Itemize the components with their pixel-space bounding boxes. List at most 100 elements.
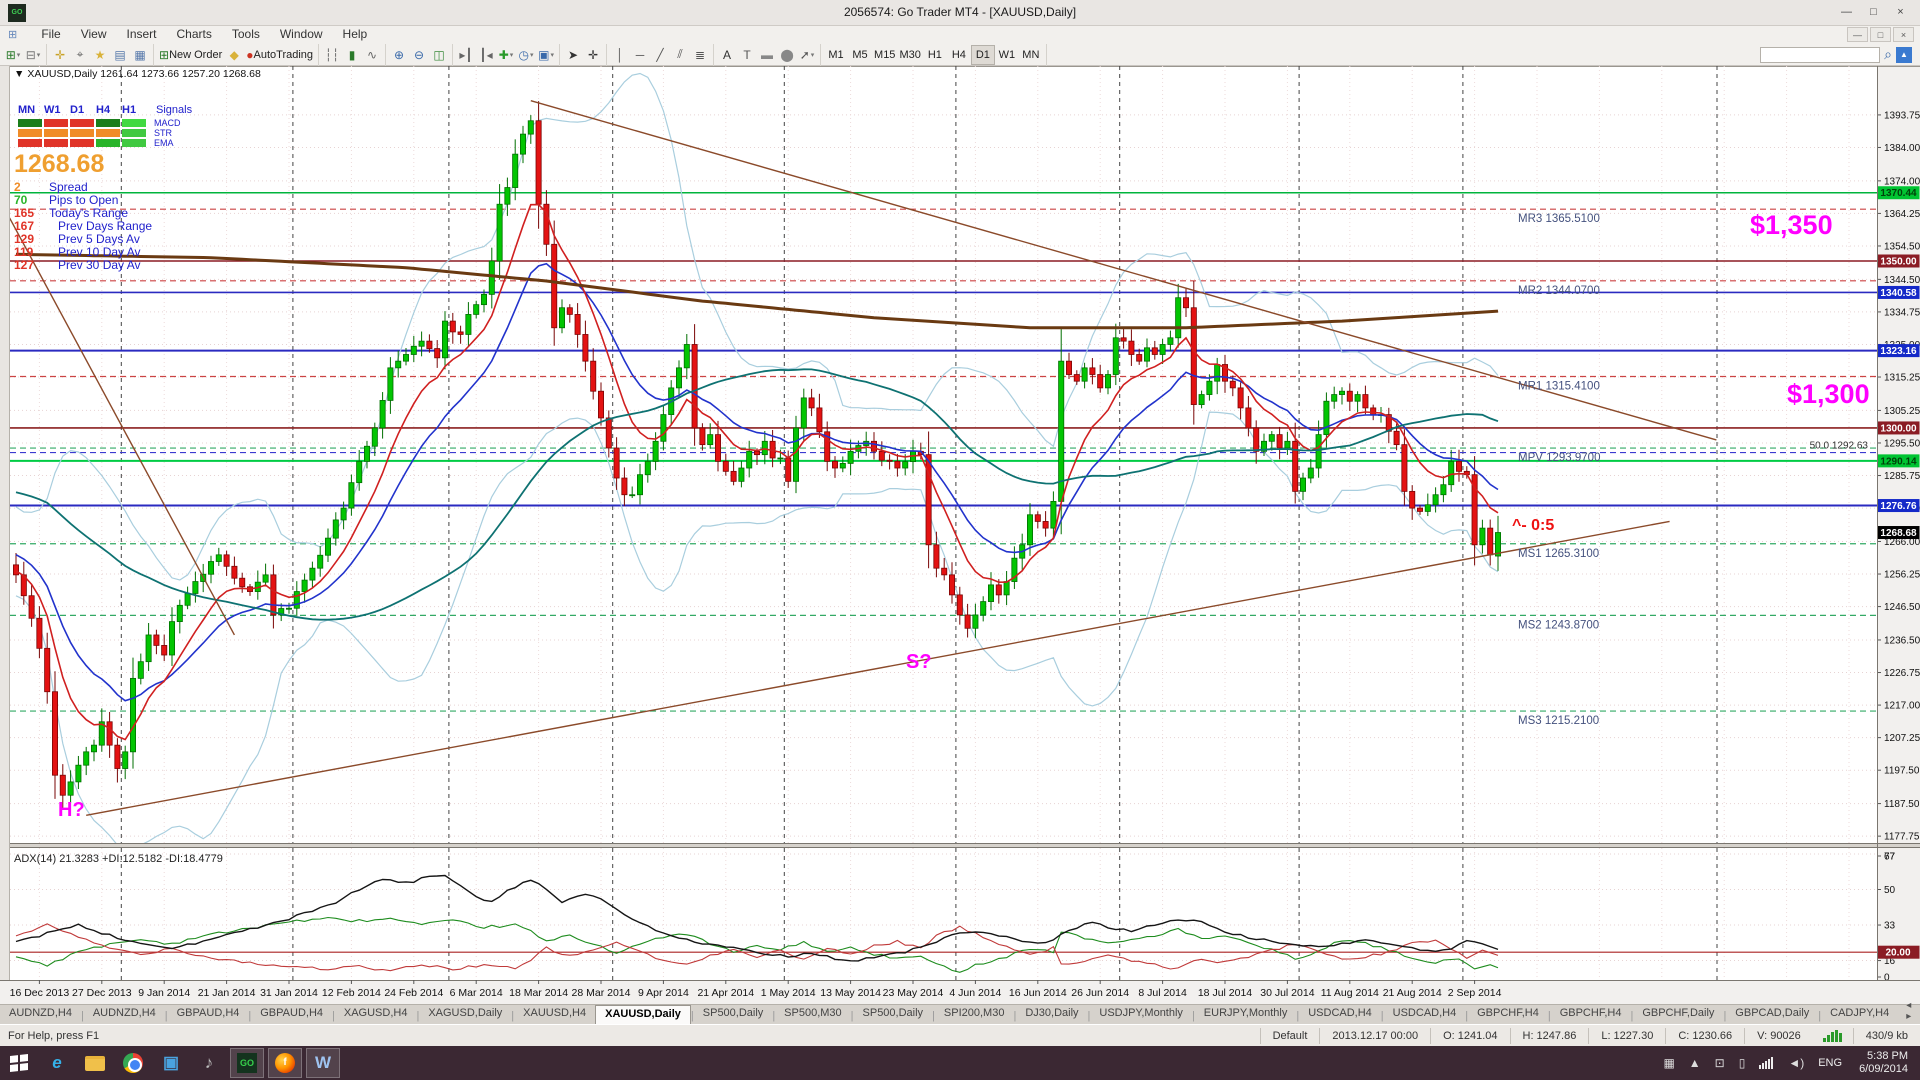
menu-help[interactable]: Help (333, 26, 378, 42)
tf-W1-button[interactable]: W1 (995, 45, 1019, 65)
tile-windows-button[interactable]: ◫ (429, 45, 449, 65)
taskbar-chrome-icon[interactable] (116, 1048, 150, 1078)
templates-dropdown-icon[interactable]: ▾ (550, 51, 554, 59)
language-indicator[interactable]: ENG (1818, 1057, 1842, 1069)
chart-minimize-button[interactable]: — (1847, 27, 1868, 42)
zoom-in-button[interactable]: ⊕ (389, 45, 409, 65)
taskbar-go-trader-icon[interactable]: GO (230, 1048, 264, 1078)
tf-M30-button[interactable]: M30 (897, 45, 922, 65)
tab-SPI200-M30[interactable]: SPI200,M30 (935, 1005, 1014, 1024)
restore-button[interactable]: □ (1860, 3, 1887, 22)
tab-scroll-arrows[interactable]: ◂ ▸ (1898, 998, 1920, 1024)
zoom-out-button[interactable]: ⊖ (409, 45, 429, 65)
search-input[interactable] (1760, 47, 1880, 63)
tab-XAUUSD-H4[interactable]: XAUUSD,H4 (514, 1005, 595, 1024)
auto-scroll-button[interactable]: ▸┃ (456, 45, 476, 65)
new-order-button[interactable]: ⊞ New Order (157, 45, 224, 65)
menu-insert[interactable]: Insert (116, 26, 166, 42)
tf-H4-button[interactable]: H4 (947, 45, 971, 65)
periods-button[interactable]: ◷▾ (516, 45, 536, 65)
tab-XAGUSD-H4[interactable]: XAGUSD,H4 (335, 1005, 417, 1024)
tf-M1-button[interactable]: M1 (824, 45, 848, 65)
trendline-button[interactable]: ╱ (650, 45, 670, 65)
minimize-button[interactable]: — (1833, 3, 1860, 22)
indicators-dropdown-icon[interactable]: ▾ (510, 51, 514, 59)
tf-D1-button[interactable]: D1 (971, 45, 995, 65)
help-icon[interactable]: ▲ (1896, 47, 1912, 63)
templates-button[interactable]: ▣▾ (536, 45, 556, 65)
taskbar-internet-explorer-icon[interactable]: e (40, 1048, 74, 1078)
new-chart-dropdown-icon[interactable]: ▾ (17, 51, 21, 59)
close-button[interactable]: × (1887, 3, 1914, 22)
terminal-button[interactable]: ▤ (110, 45, 130, 65)
tab-AUDNZD-H4[interactable]: AUDNZD,H4 (84, 1005, 165, 1024)
taskbar-photos-app-icon[interactable]: ▣ (154, 1048, 188, 1078)
taskbar-media-app-icon[interactable]: ♪ (192, 1048, 226, 1078)
tf-MN-button[interactable]: MN (1019, 45, 1043, 65)
horizontal-line-button[interactable]: ─ (630, 45, 650, 65)
chart-shift-button[interactable]: ┃◂ (476, 45, 496, 65)
speaker-icon[interactable]: ◄) (1788, 1056, 1804, 1070)
arrows-dropdown-icon[interactable]: ▾ (811, 51, 815, 59)
metaeditor-button[interactable]: ◆ (224, 45, 244, 65)
tab-GBPCHF-H4[interactable]: GBPCHF,H4 (1551, 1005, 1631, 1024)
taskbar-word-icon[interactable]: W (306, 1048, 340, 1078)
fibonacci-button[interactable]: ≣ (690, 45, 710, 65)
tf-M5-button[interactable]: M5 (848, 45, 872, 65)
tab-GBPAUD-H4[interactable]: GBPAUD,H4 (168, 1005, 249, 1024)
vertical-line-button[interactable]: │ (610, 45, 630, 65)
tray-expand-icon[interactable]: ▲ (1689, 1056, 1701, 1070)
tab-SP500-Daily[interactable]: SP500,Daily (694, 1005, 773, 1024)
tf-H1-button[interactable]: H1 (923, 45, 947, 65)
tab-SP500-Daily[interactable]: SP500,Daily (854, 1005, 933, 1024)
tab-USDCAD-H4[interactable]: USDCAD,H4 (1299, 1005, 1381, 1024)
search-icon[interactable]: ⌕ (1884, 46, 1892, 63)
indicators-button[interactable]: ✚▾ (496, 45, 516, 65)
text-button[interactable]: A (717, 45, 737, 65)
navigator-button[interactable]: ★ (90, 45, 110, 65)
data-window-button[interactable]: ⌖ (70, 45, 90, 65)
chart-restore-button[interactable]: □ (1870, 27, 1891, 42)
taskbar-start-button[interactable] (2, 1048, 36, 1078)
tab-CADJPY-H4[interactable]: CADJPY,H4 (1821, 1005, 1898, 1024)
menu-window[interactable]: Window (270, 26, 333, 42)
chart-bars-button[interactable]: ┆┆ (322, 45, 342, 65)
cursor-button[interactable]: ➤ (563, 45, 583, 65)
tab-GBPCAD-Daily[interactable]: GBPCAD,Daily (1726, 1005, 1818, 1024)
price-axis[interactable] (1877, 66, 1920, 980)
menu-view[interactable]: View (71, 26, 117, 42)
tab-EURJPY-Monthly[interactable]: EURJPY,Monthly (1195, 1005, 1297, 1024)
keyboard-icon[interactable]: ▦ (1663, 1056, 1674, 1070)
tab-AUDNZD-H4[interactable]: AUDNZD,H4 (0, 1005, 81, 1024)
menu-charts[interactable]: Charts (167, 26, 222, 42)
battery-icon[interactable]: ▯ (1739, 1056, 1746, 1070)
tab-USDCAD-H4[interactable]: USDCAD,H4 (1384, 1005, 1466, 1024)
text-label-button[interactable]: T (737, 45, 757, 65)
tab-GBPCHF-Daily[interactable]: GBPCHF,Daily (1633, 1005, 1723, 1024)
tab-XAGUSD-Daily[interactable]: XAGUSD,Daily (419, 1005, 511, 1024)
market-watch-button[interactable]: ✛ (50, 45, 70, 65)
taskbar-firefox-icon[interactable]: f (268, 1048, 302, 1078)
tf-M15-button[interactable]: M15 (872, 45, 897, 65)
crosshair-button[interactable]: ✛ (583, 45, 603, 65)
tab-GBPAUD-H4[interactable]: GBPAUD,H4 (251, 1005, 332, 1024)
tab-GBPCHF-H4[interactable]: GBPCHF,H4 (1468, 1005, 1548, 1024)
strategy-tester-button[interactable]: ▦ (130, 45, 150, 65)
taskbar-file-explorer-icon[interactable] (78, 1048, 112, 1078)
clock[interactable]: 5:38 PM6/09/2014 (1859, 1050, 1908, 1076)
tab-SP500-M30[interactable]: SP500,M30 (775, 1005, 850, 1024)
autotrading-button[interactable]: ● AutoTrading (244, 45, 315, 65)
chart-close-button[interactable]: × (1893, 27, 1914, 42)
new-chart-button[interactable]: ⊞▾ (3, 45, 23, 65)
periods-dropdown-icon[interactable]: ▾ (530, 51, 534, 59)
display-icon[interactable]: ⊡ (1715, 1056, 1725, 1070)
profiles-dropdown-icon[interactable]: ▾ (37, 51, 41, 59)
tab-USDJPY-Monthly[interactable]: USDJPY,Monthly (1090, 1005, 1192, 1024)
profiles-button[interactable]: ⊟▾ (23, 45, 43, 65)
chart-window[interactable]: MR3 1365.5100MR2 1344.0700MR1 1315.4100M… (0, 66, 1920, 1004)
ellipse-button[interactable]: ⬤ (777, 45, 797, 65)
shapes-button[interactable]: ▬ (757, 45, 777, 65)
chart-canvas[interactable]: MR3 1365.5100MR2 1344.0700MR1 1315.4100M… (0, 66, 1920, 1004)
menu-file[interactable]: File (31, 26, 70, 42)
menu-tools[interactable]: Tools (222, 26, 270, 42)
